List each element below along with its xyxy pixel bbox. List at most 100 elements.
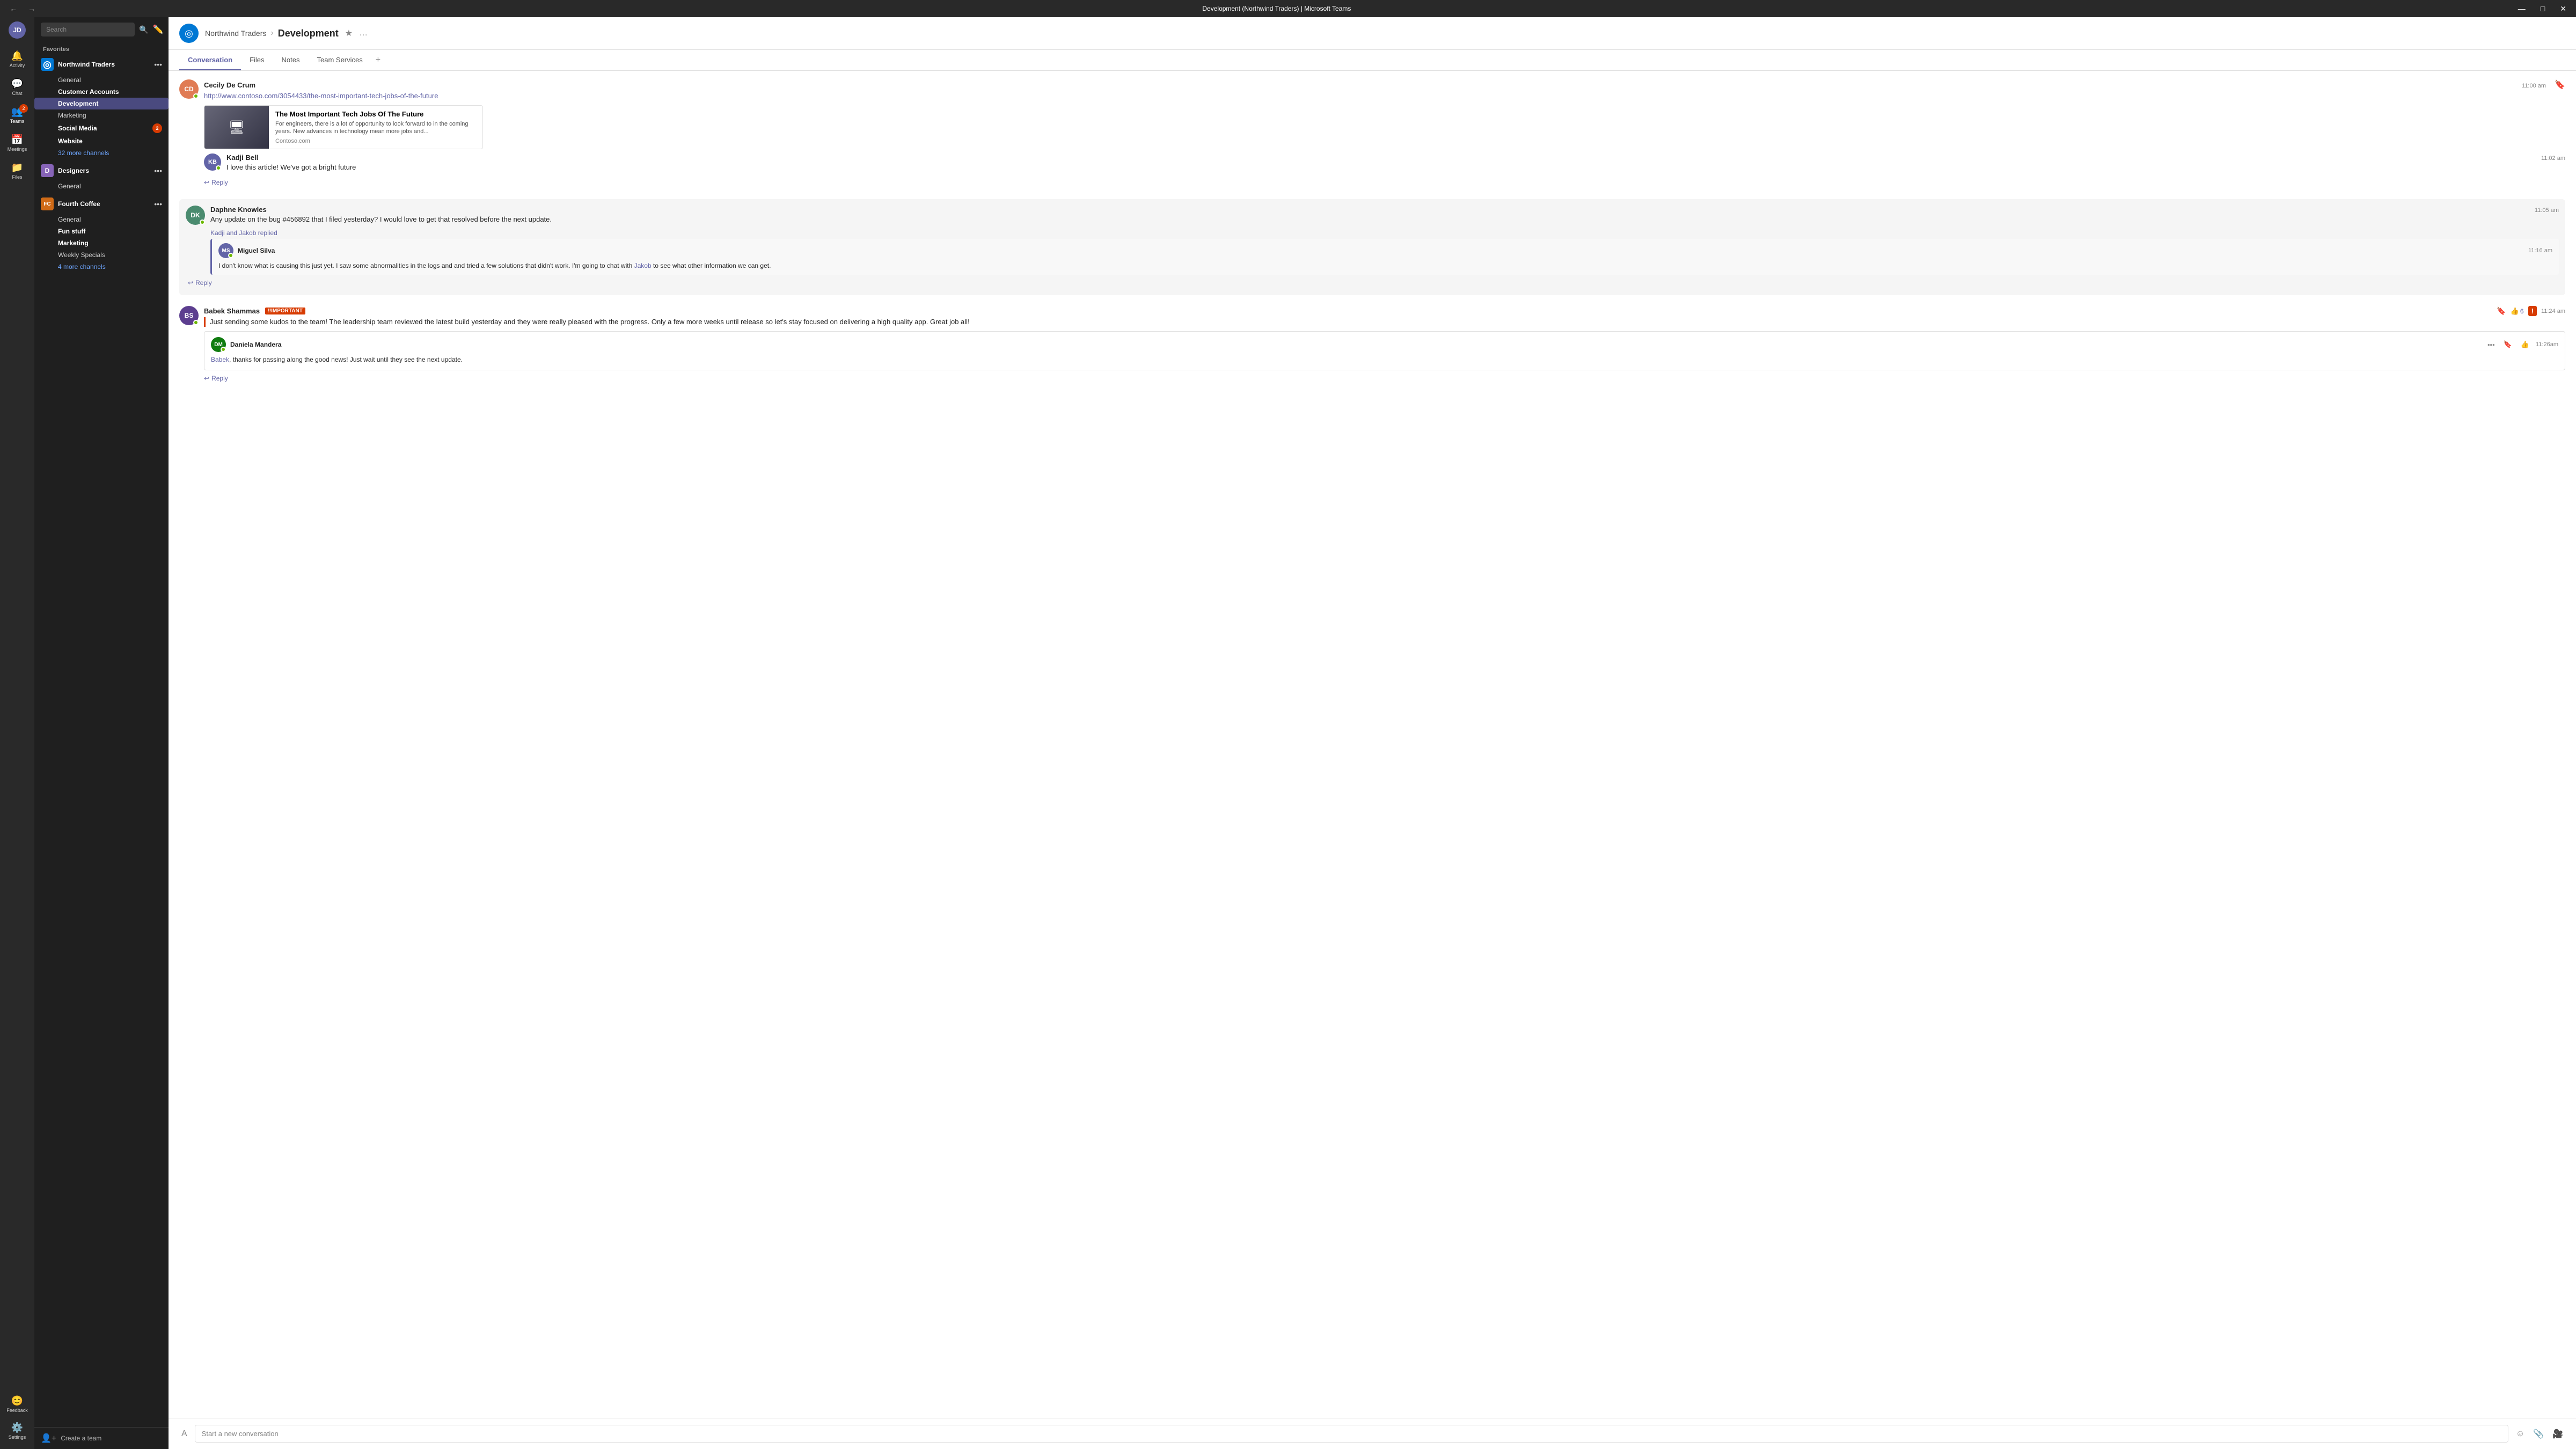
create-team-button[interactable]: 👤+ Create a team [34,1427,169,1449]
team-northwind-avatar: ◎ [41,58,54,71]
channel-designers-general[interactable]: General [34,180,169,192]
sidebar-item-settings[interactable]: ⚙️ Settings [4,1418,30,1444]
sidebar-item-files[interactable]: 📁 Files [4,158,30,184]
teams-badge: 2 [19,104,28,113]
message-sender-3: Babek Shammas [204,307,260,315]
star-button[interactable]: ★ [345,28,353,39]
attach-button[interactable]: 📎 [2531,1426,2546,1441]
minimize-button[interactable]: — [2515,3,2529,14]
tab-notes[interactable]: Notes [273,50,309,70]
emoji-button[interactable]: ☺ [2514,1426,2527,1441]
sidebar-item-activity[interactable]: 🔔 Activity [4,46,30,72]
channel-website[interactable]: Website [34,135,169,147]
sidebar-item-meetings[interactable]: 📅 Meetings [4,130,30,156]
add-tab-button[interactable]: + [371,50,385,70]
channel-fc-general[interactable]: General [34,214,169,225]
settings-label: Settings [9,1435,26,1440]
channel-fun-stuff-label: Fun stuff [58,228,85,235]
channel-weekly-specials[interactable]: Weekly Specials [34,249,169,261]
tab-conversation[interactable]: Conversation [179,50,241,70]
nested-more-button[interactable]: ••• [2485,340,2497,350]
channel-fc-marketing[interactable]: Marketing [34,237,169,249]
nested-text-after-miguel: to see what other information we can get… [652,262,771,269]
like-count: 6 [2520,308,2524,315]
avatar[interactable]: JD [9,21,26,39]
avatar-cecily-status [193,93,199,99]
team-fourth-coffee: FC Fourth Coffee ••• General Fun stuff M… [34,194,169,273]
compose-actions: ☺ 📎 🎥 [2514,1426,2565,1441]
channel-social-media[interactable]: Social Media 2 [34,121,169,135]
maximize-button[interactable]: □ [2537,3,2548,14]
format-button[interactable]: A [179,1427,189,1441]
reply-button-3[interactable]: ↩ Reply [204,372,228,384]
compose-button[interactable]: ✏️ [152,24,163,35]
reply-button-1[interactable]: ↩ Reply [204,177,228,188]
search-input[interactable] [41,23,135,36]
team-designers-more-button[interactable]: ••• [154,166,162,175]
create-team-icon: 👤+ [41,1433,56,1444]
channel-more-button[interactable]: … [359,28,368,38]
search-icon[interactable]: 🔍 [139,25,148,34]
avatar-babek-status [193,320,199,325]
replies-indicator-2[interactable]: Kadji and Jakob replied [210,229,2559,237]
sidebar-content: Favorites ◎ Northwind Traders ••• Genera… [34,42,169,1427]
channel-marketing[interactable]: Marketing [34,109,169,121]
link-preview-img-1: 🖥 [204,106,269,149]
avatar-kadji-status [216,165,221,171]
compose-input[interactable]: Start a new conversation [195,1425,2508,1443]
message-sender-2: Daphne Knowles [210,206,267,214]
nested-bookmark-button[interactable]: 🔖 [2501,339,2514,350]
avatar-miguel: MS [218,243,233,258]
meetings-icon: 📅 [11,134,23,145]
team-northwind-more-button[interactable]: ••• [154,60,162,69]
tab-team-services[interactable]: Team Services [309,50,371,70]
team-northwind-name: Northwind Traders [58,61,150,68]
nested-text-before-miguel: I don't know what is causing this just y… [218,262,634,269]
channel-general[interactable]: General [34,74,169,86]
link-preview-source-1: Contoso.com [275,138,476,144]
message-thread-3: BS Babek Shammas ‼IMPORTANT 🔖 👍 6 [179,306,2565,384]
fourth-coffee-more-channels[interactable]: 4 more channels [34,261,169,273]
social-media-badge: 2 [152,123,162,133]
team-designers-header[interactable]: D Designers ••• [34,161,169,180]
channel-name: Development [278,28,339,39]
bookmark-icon-1: 🔖 [2555,79,2565,90]
files-icon: 📁 [11,162,23,173]
message-time-kadji: 11:02 am [2541,155,2565,162]
exclamation-badge: ! [2528,306,2537,316]
chat-label: Chat [12,91,22,96]
sidebar-item-chat[interactable]: 💬 Chat [4,74,30,100]
team-northwind-header[interactable]: ◎ Northwind Traders ••• [34,55,169,74]
nav-forward-button[interactable]: → [25,3,39,14]
nested-like-button[interactable]: 👍 [2519,339,2531,350]
nested-message-3: DM Daniela Mandera ••• 🔖 👍 11:26am Babek… [204,331,2565,370]
mention-jakob[interactable]: Jakob [634,262,652,269]
search-bar: 🔍 ✏️ [34,17,169,42]
teams-label: Teams [10,119,25,124]
team-fourth-coffee-more-button[interactable]: ••• [154,200,162,208]
nav-back-button[interactable]: ← [6,3,20,14]
video-button[interactable]: 🎥 [2550,1426,2565,1441]
team-fourth-coffee-header[interactable]: FC Fourth Coffee ••• [34,194,169,214]
settings-icon: ⚙️ [11,1422,23,1433]
channel-social-media-label: Social Media [58,125,97,132]
channel-customer-accounts[interactable]: Customer Accounts [34,86,169,98]
nested-sender-miguel: Miguel Silva [238,247,275,254]
close-button[interactable]: ✕ [2557,3,2570,14]
important-tag: ‼IMPORTANT [265,308,305,314]
mention-babek[interactable]: Babek [211,356,229,363]
channel-fun-stuff[interactable]: Fun stuff [34,225,169,237]
sidebar-item-feedback[interactable]: 😊 Feedback [4,1391,30,1417]
message-text-link-1: http://www.contoso.com/3054433/the-most-… [204,91,2565,101]
chat-icon: 💬 [11,78,23,90]
message-thread-1: CD Cecily De Crum 11:00 am 🔖 http://www.… [179,79,2565,188]
northwind-more-channels[interactable]: 32 more channels [34,147,169,159]
message-row-reply-1: KB Kadji Bell 11:02 am I love this artic… [204,153,2565,172]
reply-button-2[interactable]: ↩ Reply [188,277,212,289]
reply-label-1: Reply [211,179,228,186]
sidebar-item-teams[interactable]: 👥 Teams 2 [4,102,30,128]
tab-files[interactable]: Files [241,50,273,70]
message-link-1[interactable]: http://www.contoso.com/3054433/the-most-… [204,92,438,100]
channel-development[interactable]: Development [34,98,169,109]
message-row-2: DK Daphne Knowles 11:05 am Any update on… [186,206,2559,225]
